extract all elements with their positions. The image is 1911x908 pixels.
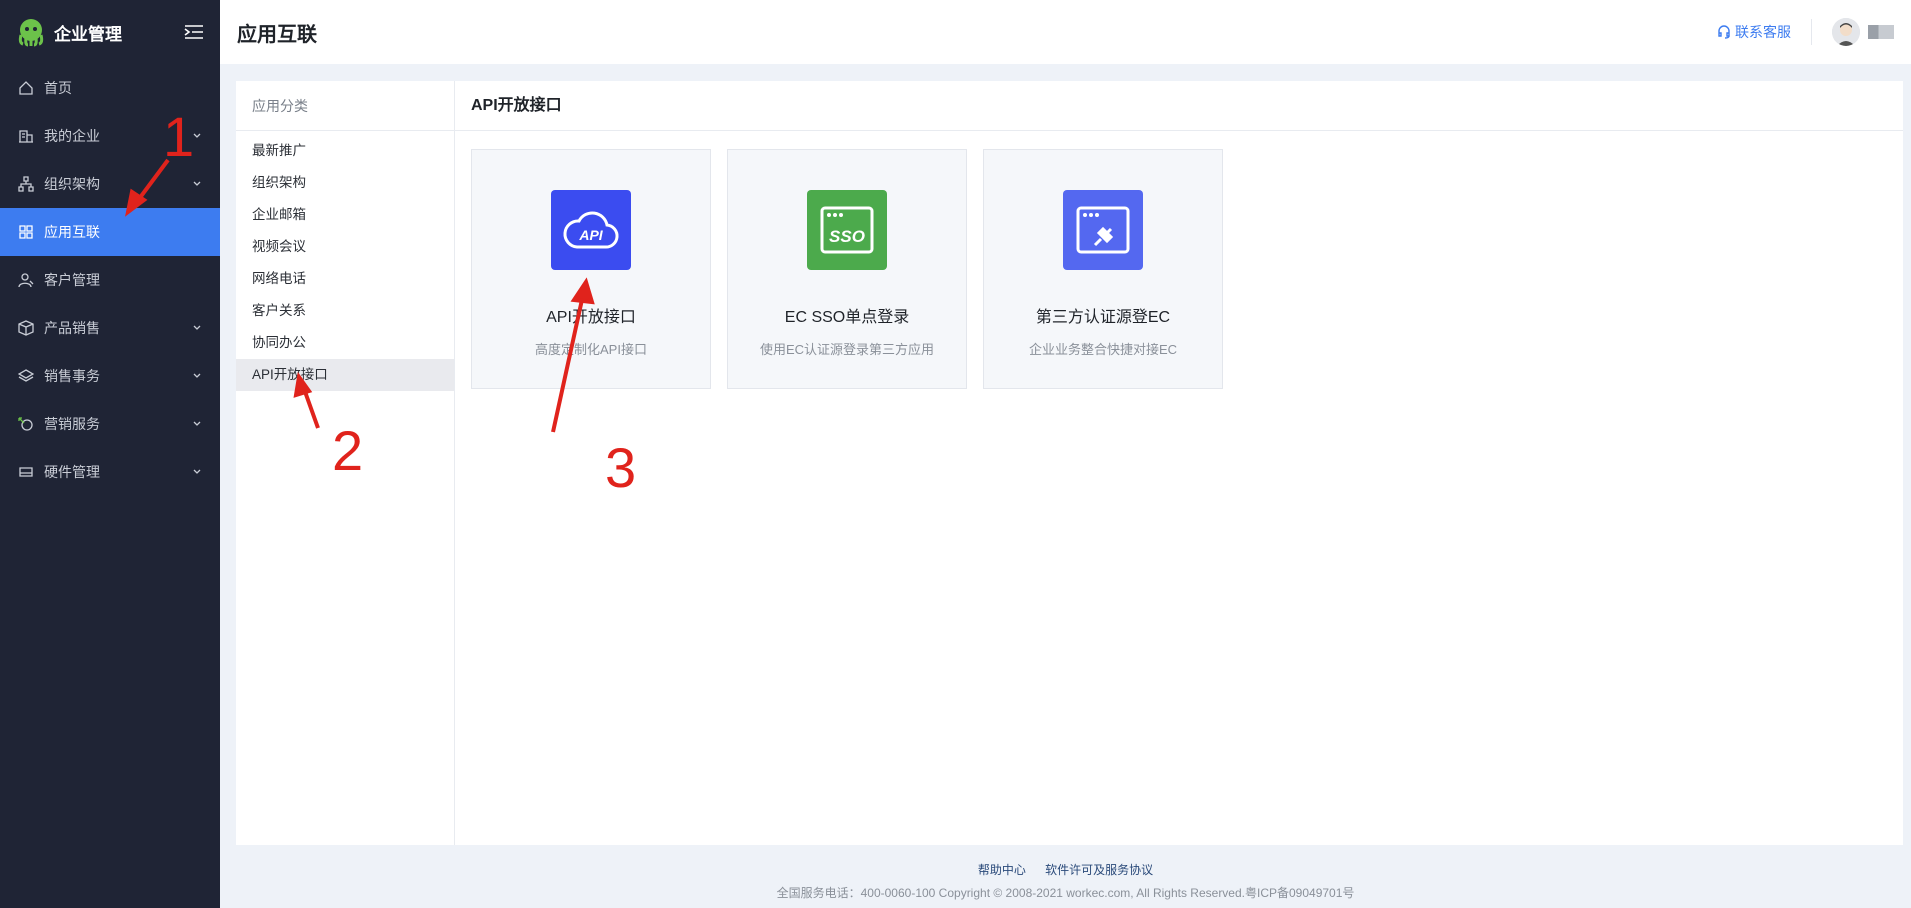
page-title: 应用互联 <box>237 23 317 46</box>
sidebar-item-app-interconnect[interactable]: 应用互联 <box>0 208 220 256</box>
annotation-step-2: 2 <box>332 419 364 482</box>
sidebar-item-label: 客户管理 <box>44 272 100 288</box>
brand: 企业管理 <box>0 0 220 64</box>
user-avatar-icon <box>1832 18 1860 46</box>
category-list: 最新推广 组织架构 企业邮箱 视频会议 网络电话 客户关系 协同办公 API开放… <box>236 131 454 391</box>
chevron-down-icon <box>193 181 201 186</box>
category-item[interactable]: 企业邮箱 <box>236 199 454 231</box>
category-item[interactable]: 视频会议 <box>236 231 454 263</box>
top-header: 应用互联 联系客服 <box>220 0 1911 64</box>
category-item[interactable]: 网络电话 <box>236 263 454 295</box>
sidebar-item-label: 首页 <box>44 80 72 96</box>
svg-text:API: API <box>578 227 603 243</box>
sidebar-item-product-sales[interactable]: 产品销售 <box>0 304 220 352</box>
contact-service-link[interactable]: 联系客服 <box>1717 22 1791 42</box>
sidebar-item-label: 组织架构 <box>44 176 100 192</box>
svg-text:SSO: SSO <box>829 227 865 246</box>
header-divider <box>1811 19 1812 45</box>
category-item-api[interactable]: API开放接口 <box>236 359 454 391</box>
help-center-link[interactable]: 帮助中心 <box>978 863 1026 877</box>
annotation-step-1: 1 <box>163 105 195 168</box>
contact-service-label: 联系客服 <box>1735 24 1791 40</box>
annotation-step-3: 3 <box>605 436 637 499</box>
category-item[interactable]: 客户关系 <box>236 295 454 327</box>
sidebar-item-label: 硬件管理 <box>44 464 100 480</box>
footer-copyright: 全国服务电话：400-0060-100 Copyright © 2008-202… <box>776 886 1355 900</box>
sso-icon: SSO <box>807 190 887 270</box>
sidebar-item-marketing[interactable]: 营销服务 <box>0 400 220 448</box>
app-card-desc: 使用EC认证源登录第三方应用 <box>759 342 935 357</box>
app-card-third-party-auth[interactable]: 第三方认证源登EC 企业业务整合快捷对接EC <box>983 149 1223 389</box>
app-card-name: API开放接口 <box>546 309 636 326</box>
app-cards: API API开放接口 高度定制化API接口 SSO EC SSO单点登录 使用… <box>471 149 1223 389</box>
chevron-down-icon <box>193 373 201 378</box>
main-panel: 应用分类 最新推广 组织架构 企业邮箱 视频会议 网络电话 客户关系 协同办公 … <box>236 81 1903 845</box>
app-card-desc: 企业业务整合快捷对接EC <box>1028 342 1178 357</box>
sidebar-item-label: 销售事务 <box>44 368 100 384</box>
octopus-logo-icon <box>18 19 44 47</box>
sidebar-item-label: 产品销售 <box>44 320 100 336</box>
chevron-down-icon <box>193 469 201 474</box>
brand-name: 企业管理 <box>54 24 122 44</box>
content-area: API开放接口 API API开放接口 高度定制化API接口 SSO EC SS… <box>455 81 1903 845</box>
sidebar-item-hardware[interactable]: 硬件管理 <box>0 448 220 496</box>
headset-icon <box>1718 25 1730 39</box>
home-icon <box>19 81 33 95</box>
customer-icon <box>18 273 34 288</box>
category-title: 应用分类 <box>236 81 454 131</box>
app-card-name: EC SSO单点登录 <box>784 309 910 326</box>
category-item[interactable]: 协同办公 <box>236 327 454 359</box>
plug-window-icon <box>1063 190 1143 270</box>
app-card-sso[interactable]: SSO EC SSO单点登录 使用EC认证源登录第三方应用 <box>727 149 967 389</box>
app-card-api[interactable]: API API开放接口 高度定制化API接口 <box>471 149 711 389</box>
chevron-down-icon <box>193 325 201 330</box>
avatar[interactable] <box>1832 18 1860 46</box>
chevron-down-icon <box>193 421 201 426</box>
building-icon <box>19 130 33 143</box>
category-item[interactable]: 组织架构 <box>236 167 454 199</box>
menu-collapse-icon[interactable] <box>184 24 204 40</box>
apps-icon <box>19 225 33 239</box>
marketing-icon <box>18 417 33 431</box>
sidebar-item-label: 应用互联 <box>44 224 100 240</box>
api-cloud-icon: API <box>551 190 631 270</box>
license-link[interactable]: 软件许可及服务协议 <box>1045 863 1153 877</box>
category-item[interactable]: 最新推广 <box>236 135 454 167</box>
box-icon <box>18 320 34 336</box>
footer-links: 帮助中心 软件许可及服务协议 <box>220 861 1911 878</box>
org-chart-icon <box>18 176 34 192</box>
sidebar-item-customers[interactable]: 客户管理 <box>0 256 220 304</box>
sidebar-item-label: 营销服务 <box>44 416 100 432</box>
layers-icon <box>18 369 34 382</box>
app-card-desc: 高度定制化API接口 <box>535 342 647 357</box>
sidebar-item-label: 我的企业 <box>44 128 100 144</box>
content-title: API开放接口 <box>455 81 1903 131</box>
hardware-icon <box>19 467 33 477</box>
sidebar-item-sales-affairs[interactable]: 销售事务 <box>0 352 220 400</box>
app-card-name: 第三方认证源登EC <box>1035 309 1171 326</box>
user-name-redacted <box>1868 25 1894 39</box>
